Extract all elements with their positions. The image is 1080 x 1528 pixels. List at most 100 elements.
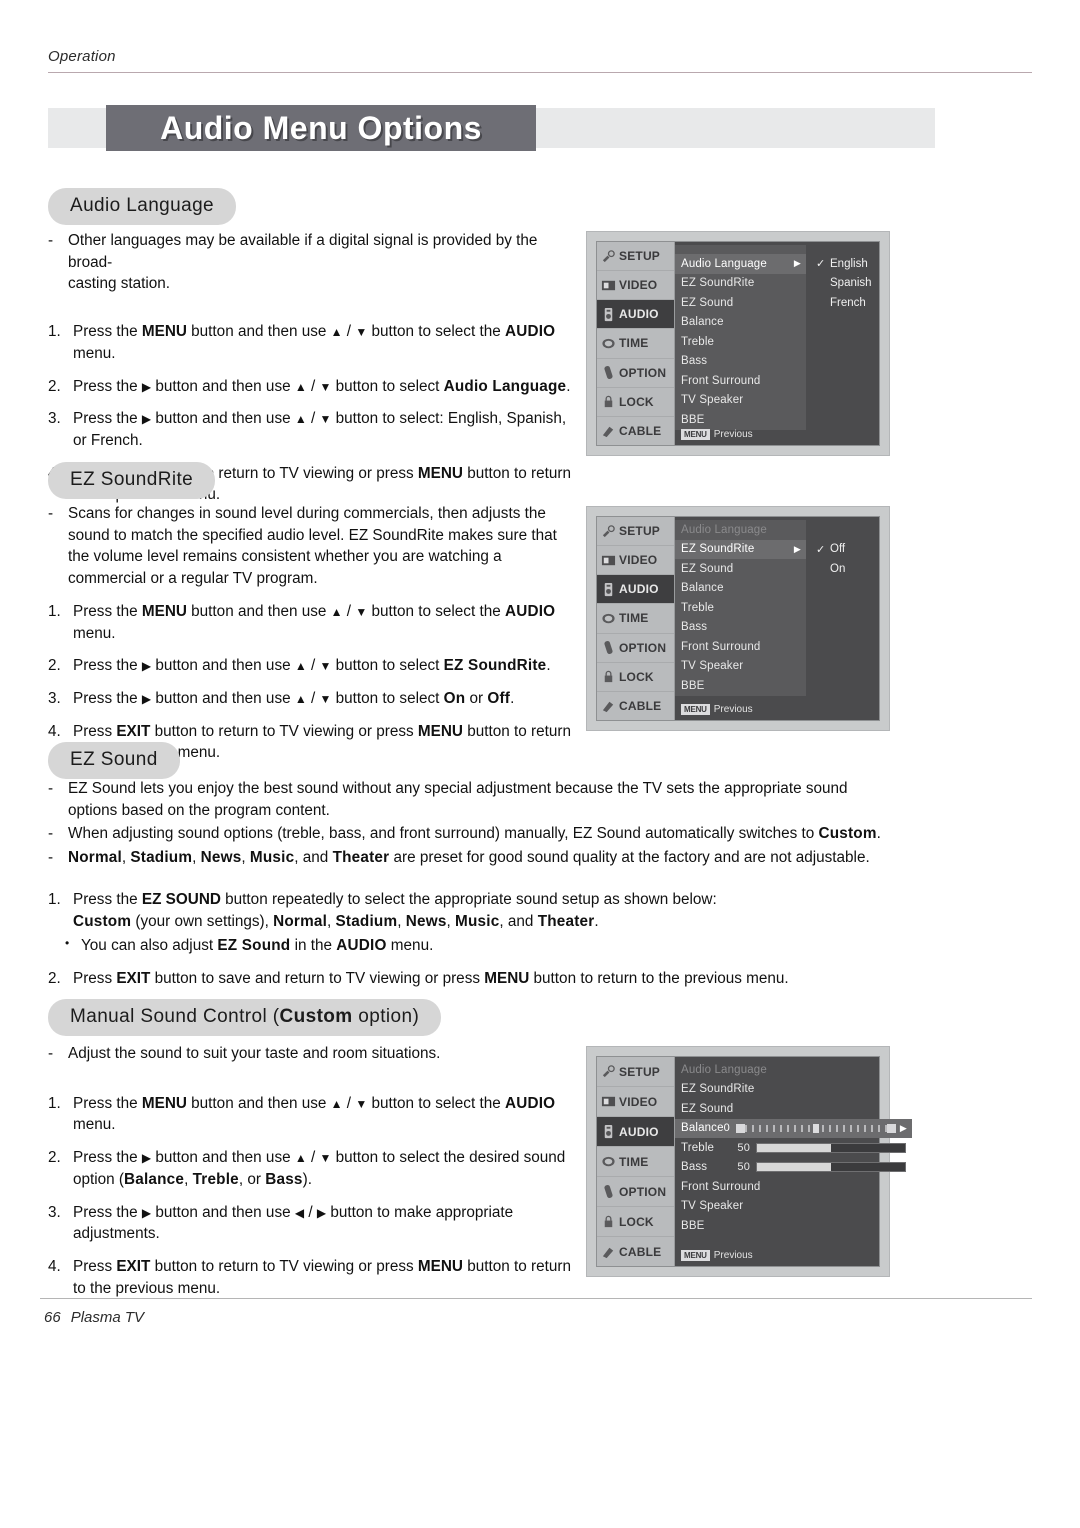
dash-text: Scans for changes in sound level during …	[68, 505, 557, 588]
speaker-icon	[601, 1124, 616, 1139]
osd-submenu-item[interactable]: ✓ English	[816, 254, 879, 274]
osd-sidebar-item-setup[interactable]: SETUP	[597, 242, 674, 272]
osd-sidebar-item-setup[interactable]: SETUP	[597, 1057, 674, 1087]
osd-sidebar-item-time[interactable]: TIME	[597, 604, 674, 634]
osd-menu-item[interactable]: EZ Sound	[675, 293, 806, 313]
osd-menu-item[interactable]: Treble	[675, 332, 806, 352]
step-item: 1. Press the MENU button and then use ▲ …	[48, 321, 578, 364]
osd-main: Audio Language EZ SoundRite ▶ EZ Sound Ba…	[675, 517, 879, 720]
satellite-icon	[601, 524, 616, 539]
slider-right-cap	[886, 1123, 896, 1133]
osd-sidebar-item-cable[interactable]: CABLE	[597, 417, 674, 445]
bass-value: 50	[737, 1161, 750, 1174]
osd-menu-item[interactable]: EZ SoundRite	[675, 273, 806, 293]
osd-menu-item[interactable]: Bass	[675, 617, 806, 637]
osd-previous-hint[interactable]: MENU Previous	[681, 429, 753, 440]
step-item: 3. Press the ▶ button and then use ▲ / ▼…	[48, 688, 578, 710]
osd-sidebar-label: OPTION	[619, 640, 667, 655]
osd-menu-item[interactable]: Audio Language	[675, 520, 806, 540]
dash-marker: -	[48, 780, 54, 797]
osd-sidebar-item-option[interactable]: OPTION	[597, 359, 674, 388]
osd-sidebar-item-option[interactable]: OPTION	[597, 1177, 674, 1207]
osd-submenu-item[interactable]: Spanish	[816, 274, 879, 294]
menu-key-badge: MENU	[681, 429, 710, 440]
menu-key-badge: MENU	[681, 704, 710, 715]
osd-menu-item[interactable]: BBE	[675, 1216, 912, 1236]
dash-item: - Adjust the sound to suit your taste an…	[48, 1043, 578, 1065]
osd-sidebar-label: AUDIO	[619, 582, 659, 597]
osd-sidebar-label: LOCK	[619, 669, 654, 684]
balance-slider[interactable]	[735, 1123, 896, 1133]
check-icon: ✓	[816, 258, 826, 271]
step-number: 2.	[48, 657, 61, 675]
dash-text: Normal, Stadium, News, Music, and Theate…	[68, 849, 870, 867]
osd-menu-item[interactable]: Balance	[675, 312, 806, 332]
osd-menu-item[interactable]: EZ SoundRite ▶	[675, 539, 806, 559]
osd-sidebar-item-audio[interactable]: AUDIO	[597, 1117, 674, 1147]
osd-sidebar-label: TIME	[619, 336, 649, 351]
previous-label: Previous	[713, 1250, 753, 1261]
dash-text: EZ Sound lets you enjoy the best sound w…	[68, 780, 848, 819]
bass-slider[interactable]	[755, 1162, 906, 1173]
osd-sidebar-label: LOCK	[619, 394, 654, 409]
osd-menu-item[interactable]: Treble	[675, 598, 806, 618]
osd-sidebar-item-option[interactable]: OPTION	[597, 634, 674, 663]
dash-marker: -	[48, 825, 54, 843]
dash-item: - EZ Sound lets you enjoy the best sound…	[48, 778, 893, 821]
treble-value: 50	[737, 1141, 750, 1154]
osd-menu-item[interactable]: TV Speaker	[675, 1197, 912, 1217]
osd-menu-item[interactable]: EZ Sound	[675, 1099, 912, 1119]
step-text: Press the ▶ button and then use ▲ / ▼ bu…	[73, 657, 551, 675]
osd-sidebar-item-video[interactable]: VIDEO	[597, 546, 674, 576]
osd-sidebar-label: CABLE	[619, 423, 662, 438]
osd-menu-item[interactable]: TV Speaker	[675, 656, 806, 676]
osd-menu-item[interactable]: Front Surround	[675, 637, 806, 657]
osd-submenu-item[interactable]: French	[816, 293, 879, 313]
osd-menu-item[interactable]: Bass	[675, 351, 806, 371]
osd-menu-item[interactable]: Audio Language ▶	[675, 254, 806, 274]
osd-menu-item-bass[interactable]: Bass 50	[675, 1158, 912, 1178]
monitor-icon	[601, 278, 616, 293]
osd-menu-item[interactable]: BBE	[675, 410, 806, 430]
osd-sidebar-item-lock[interactable]: LOCK	[597, 663, 674, 692]
step-item: 2. Press the ▶ button and then use ▲ / ▼…	[48, 1147, 578, 1190]
lock-icon	[601, 669, 616, 684]
osd-sidebar-item-audio[interactable]: AUDIO	[597, 300, 674, 330]
slider-dots	[744, 1123, 887, 1133]
treble-slider[interactable]	[755, 1142, 906, 1153]
osd-previous-hint[interactable]: MENU Previous	[681, 704, 753, 715]
step-number: 1.	[48, 890, 61, 908]
step-number: 1.	[48, 323, 61, 341]
section-ez-sound: EZ Sound	[48, 742, 908, 779]
osd-submenu-item[interactable]: On	[816, 559, 879, 579]
osd-sidebar-item-lock[interactable]: LOCK	[597, 388, 674, 417]
osd-menu-item[interactable]: Balance	[675, 578, 806, 598]
osd-menu-item[interactable]: EZ SoundRite	[675, 1080, 912, 1100]
page-number: 66	[44, 1309, 61, 1326]
osd-sidebar-item-cable[interactable]: CABLE	[597, 1237, 674, 1266]
osd-menu-item[interactable]: Front Surround	[675, 1177, 912, 1197]
osd-sidebar-item-audio[interactable]: AUDIO	[597, 575, 674, 605]
osd-menu-item[interactable]: Front Surround	[675, 371, 806, 391]
osd-sidebar-item-video[interactable]: VIDEO	[597, 271, 674, 301]
osd-sidebar-item-time[interactable]: TIME	[597, 1147, 674, 1177]
osd-sidebar-item-setup[interactable]: SETUP	[597, 517, 674, 547]
osd-menu-item[interactable]: BBE	[675, 676, 806, 696]
osd-sidebar-item-cable[interactable]: CABLE	[597, 692, 674, 720]
slider-thumb[interactable]	[812, 1123, 819, 1133]
osd-screen: SETUP VIDEO AUDIO TIME OPTION LOCK CABLE…	[596, 241, 880, 446]
osd-previous-hint[interactable]: MENU Previous	[681, 1250, 753, 1261]
footer: 66 Plasma TV	[44, 1309, 144, 1326]
osd-menu-item[interactable]: EZ Sound	[675, 559, 806, 579]
osd-menu-item[interactable]: Audio Language	[675, 1060, 912, 1080]
osd-sidebar-item-lock[interactable]: LOCK	[597, 1207, 674, 1237]
osd-sidebar-item-video[interactable]: VIDEO	[597, 1087, 674, 1117]
step-number: 2.	[48, 1149, 61, 1167]
osd-menu-item[interactable]: TV Speaker	[675, 390, 806, 410]
lock-icon	[601, 1214, 616, 1229]
remote-icon	[601, 640, 616, 655]
osd-submenu-item[interactable]: ✓ Off	[816, 540, 879, 560]
osd-sidebar-item-time[interactable]: TIME	[597, 329, 674, 359]
osd-menu-item-treble[interactable]: Treble 50	[675, 1138, 912, 1158]
osd-menu-item-balance[interactable]: Balance 0 ▶	[675, 1118, 912, 1138]
